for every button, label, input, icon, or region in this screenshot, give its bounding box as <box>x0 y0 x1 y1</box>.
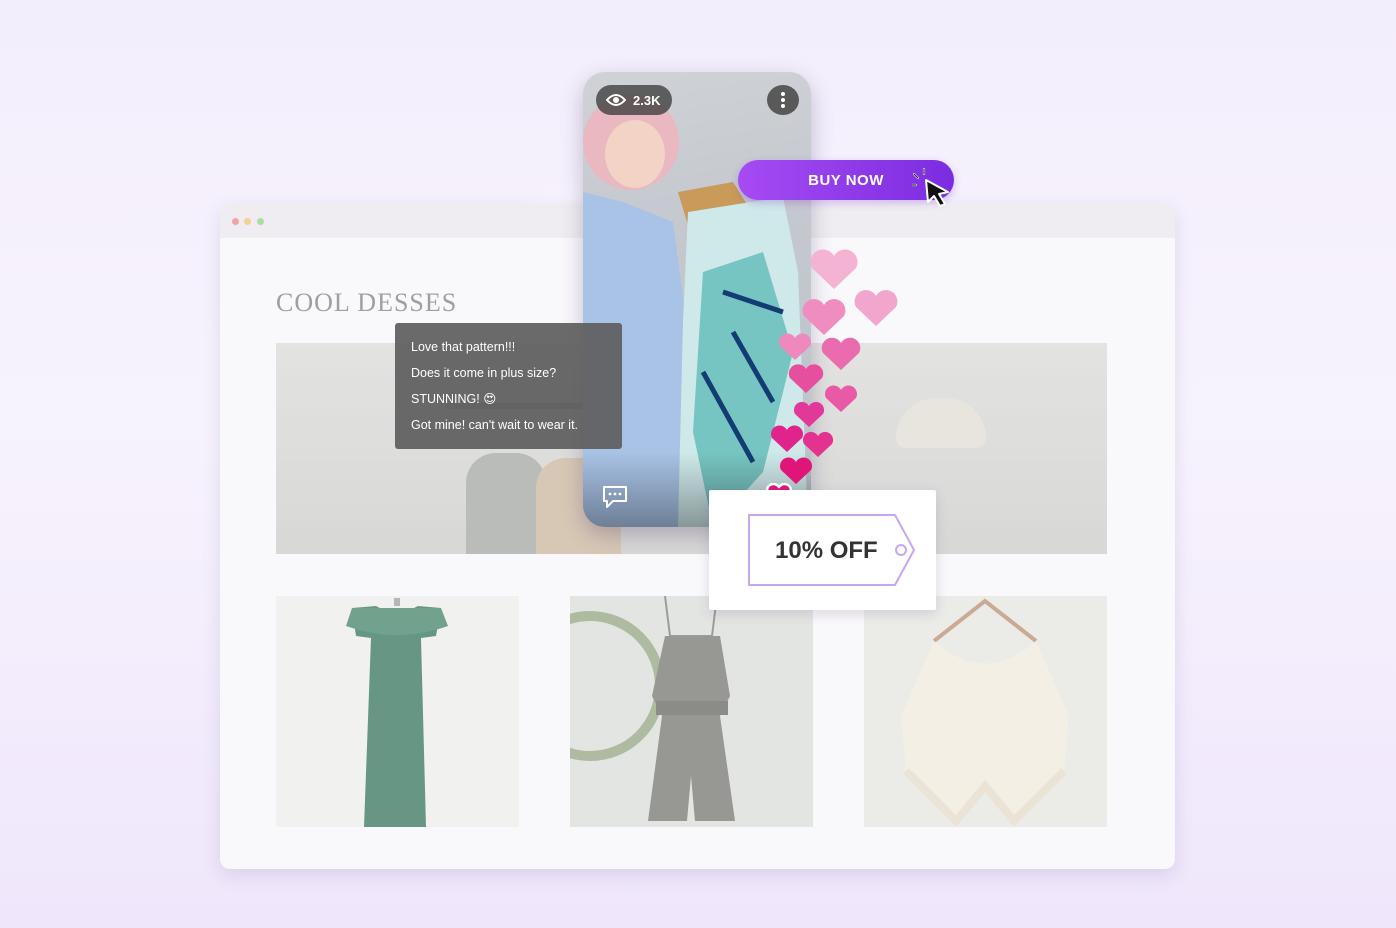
floating-hearts <box>771 249 898 484</box>
buy-now-label: BUY NOW <box>808 171 884 189</box>
coupon-card[interactable]: 10% OFF <box>709 490 936 610</box>
pointer-cursor-icon <box>912 168 949 207</box>
heart-icon <box>771 249 898 484</box>
coupon-label: 10% OFF <box>775 537 878 564</box>
